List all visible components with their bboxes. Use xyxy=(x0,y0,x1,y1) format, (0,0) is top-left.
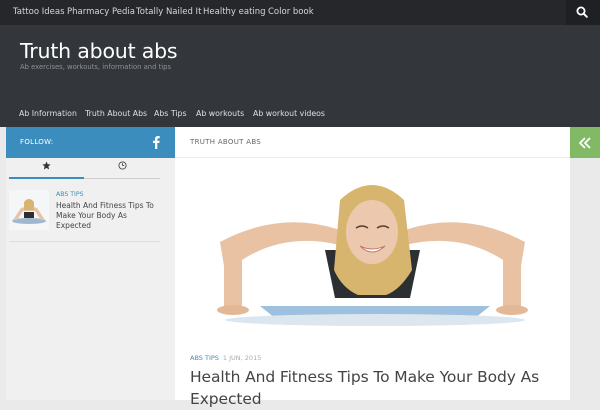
top-nav-item-totally-nailed-it[interactable]: Totally Nailed It xyxy=(136,0,201,25)
top-navigation: Tattoo Ideas Pharmacy Pedia Totally Nail… xyxy=(0,0,600,25)
site-header: Truth about abs Ab exercises, workouts, … xyxy=(0,25,600,127)
sidebar-post-title[interactable]: Health And Fitness Tips To Make Your Bod… xyxy=(56,201,164,231)
clock-icon xyxy=(118,161,127,170)
post-title[interactable]: Health And Fitness Tips To Make Your Bod… xyxy=(190,366,560,410)
post-category[interactable]: ABS TIPS xyxy=(190,354,219,362)
site-tagline: Ab exercises, workouts, information and … xyxy=(20,63,171,71)
sidebar-divider xyxy=(9,241,160,242)
follow-bar: FOLLOW: xyxy=(6,127,175,158)
tab-recent[interactable] xyxy=(84,160,160,178)
main-nav-item-truth-about-abs[interactable]: Truth About Abs xyxy=(85,109,147,118)
main-nav-item-ab-workouts[interactable]: Ab workouts xyxy=(196,109,244,118)
featured-image[interactable] xyxy=(190,170,555,344)
tab-popular[interactable] xyxy=(9,160,84,178)
breadcrumb: TRUTH ABOUT ABS xyxy=(175,127,570,158)
search-button[interactable] xyxy=(566,0,600,25)
double-chevron-left-icon xyxy=(578,137,591,149)
site-title[interactable]: Truth about abs xyxy=(20,39,178,63)
sidebar-post-category[interactable]: ABS TIPS xyxy=(56,191,84,198)
sidebar-toggle-button[interactable] xyxy=(570,127,600,158)
active-tab-indicator xyxy=(9,177,84,179)
tab-divider xyxy=(84,178,160,179)
post-date: 1 JUN, 2015 xyxy=(222,354,262,362)
top-nav-item-healthy-eating[interactable]: Healthy eating xyxy=(203,0,266,25)
top-nav-item-pharmacy-pedia[interactable]: Pharmacy Pedia xyxy=(67,0,135,25)
sidebar-post-thumbnail[interactable] xyxy=(9,190,49,230)
star-icon xyxy=(42,161,51,170)
follow-label: FOLLOW: xyxy=(20,138,54,146)
top-nav-item-tattoo-ideas[interactable]: Tattoo Ideas xyxy=(13,0,65,25)
main-nav-item-abs-tips[interactable]: Abs Tips xyxy=(154,109,187,118)
right-gutter xyxy=(570,158,600,400)
search-icon xyxy=(576,6,588,18)
top-nav-item-color-book[interactable]: Color book xyxy=(268,0,314,25)
main-nav-item-ab-information[interactable]: Ab Information xyxy=(19,109,77,118)
breadcrumb-label: TRUTH ABOUT ABS xyxy=(190,138,262,146)
main-nav-item-ab-workout-videos[interactable]: Ab workout videos xyxy=(253,109,325,118)
post-meta: ABS TIPS 1 JUN, 2015 xyxy=(190,354,261,362)
facebook-icon[interactable] xyxy=(151,135,161,149)
